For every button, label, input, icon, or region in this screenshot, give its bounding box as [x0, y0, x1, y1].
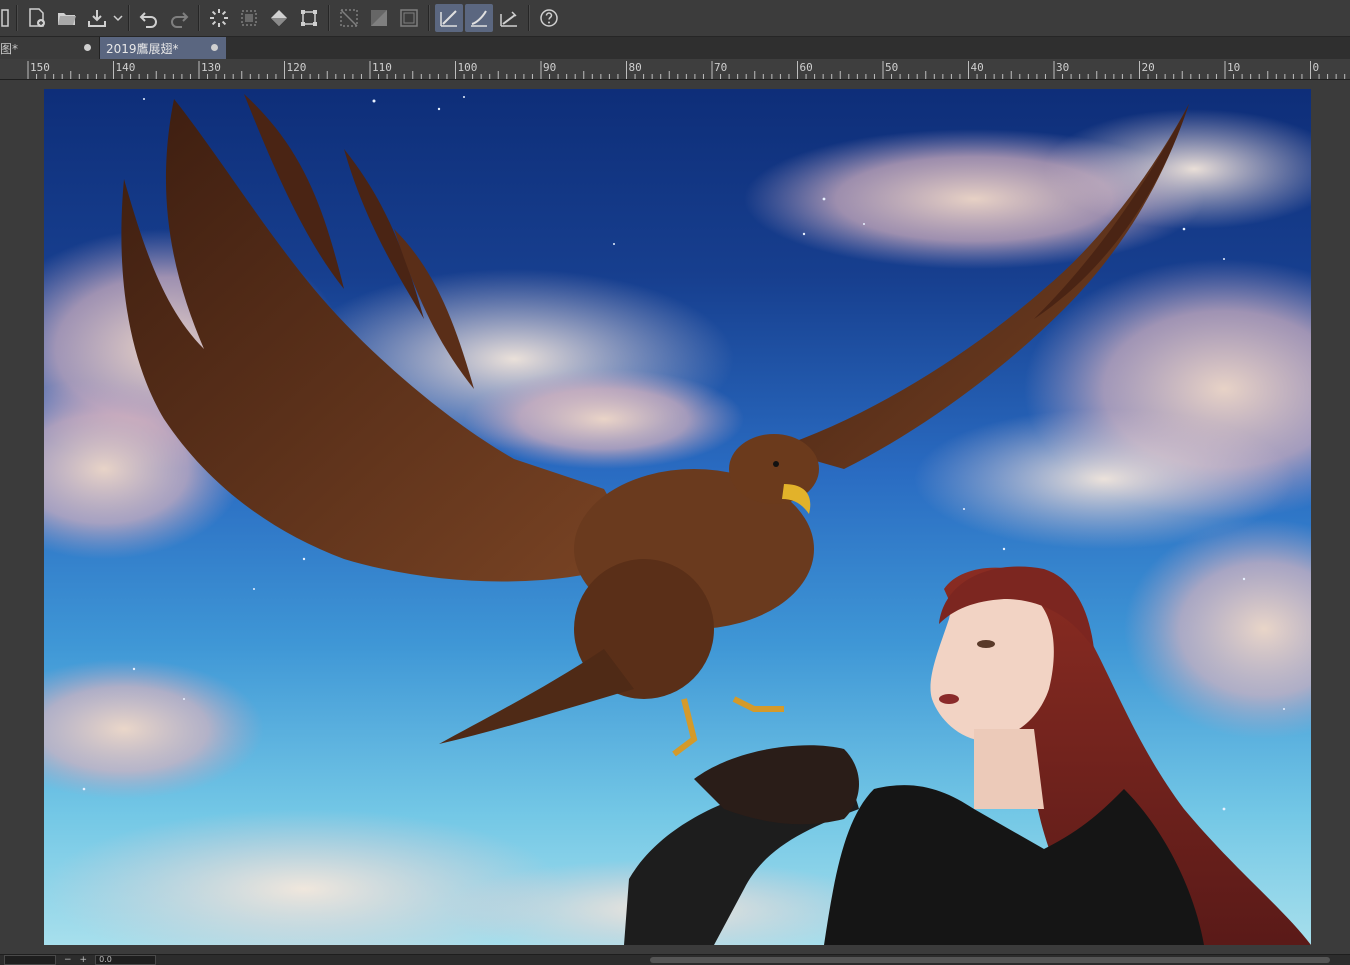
- snap-special-ruler-icon[interactable]: [465, 4, 493, 32]
- toolbar-separator: [16, 5, 18, 31]
- tab-document-1[interactable]: 图*: [0, 37, 100, 59]
- toolbar-separator: [428, 5, 430, 31]
- snap-ruler-icon[interactable]: [435, 4, 463, 32]
- menu-edge-icon[interactable]: [1, 4, 11, 32]
- toolbar-separator: [128, 5, 130, 31]
- new-canvas-icon[interactable]: [23, 4, 51, 32]
- zoom-value: 0.0: [99, 955, 112, 964]
- redo-icon[interactable]: [165, 4, 193, 32]
- zoom-in-icon[interactable]: +: [80, 955, 88, 965]
- toolbar-separator: [198, 5, 200, 31]
- document-tabs: 图* 2019鷹展翅*: [0, 37, 1350, 59]
- ruler-tick-label: 140: [115, 61, 136, 74]
- tab-label: 图*: [0, 41, 19, 56]
- chevron-down-icon[interactable]: [112, 4, 124, 32]
- tab-close-dot-icon[interactable]: [84, 44, 91, 51]
- save-icon[interactable]: [83, 4, 111, 32]
- tab-document-2[interactable]: 2019鷹展翅*: [100, 37, 226, 59]
- ruler-tick-label: 10: [1227, 61, 1241, 74]
- ruler-tick-label: 20: [1141, 61, 1155, 74]
- status-bar: − + 0.0: [0, 954, 1350, 965]
- ruler-tick-label: 110: [372, 61, 392, 74]
- ruler-tick-label: 50: [885, 61, 899, 74]
- open-icon[interactable]: [53, 4, 81, 32]
- help-icon[interactable]: [535, 4, 563, 32]
- clear-selection-icon[interactable]: [335, 4, 363, 32]
- horizontal-ruler[interactable]: 150 140 130 120 110 100 90 80 70 60 50 40 30 20 10 0: [0, 59, 1350, 80]
- select-all-icon[interactable]: [235, 4, 263, 32]
- ruler-tick-label: 70: [714, 61, 728, 74]
- ruler-tick-label: 60: [799, 61, 813, 74]
- ruler-tick-label: 80: [628, 61, 642, 74]
- toolbar-separator: [328, 5, 330, 31]
- ruler-tick-label: 40: [970, 61, 984, 74]
- toolbar-separator: [528, 5, 530, 31]
- invert-selection-icon[interactable]: [365, 4, 393, 32]
- ruler-tick-label: 150: [30, 61, 50, 74]
- selection-border-icon[interactable]: [395, 4, 423, 32]
- ruler-tick-label: 30: [1056, 61, 1070, 74]
- tab-close-dot-icon[interactable]: [211, 44, 218, 51]
- transform-icon[interactable]: [295, 4, 323, 32]
- canvas-artwork[interactable]: [44, 89, 1311, 945]
- horizontal-scrollbar[interactable]: [650, 957, 1330, 963]
- ruler-tick-label: 130: [201, 61, 221, 74]
- undo-icon[interactable]: [135, 4, 163, 32]
- tab-label: 2019鷹展翅*: [106, 41, 179, 56]
- ruler-tick-label: 90: [543, 61, 557, 74]
- fill-icon[interactable]: [265, 4, 293, 32]
- ruler-tick-label: 100: [457, 61, 478, 74]
- snap-grid-icon[interactable]: [495, 4, 523, 32]
- loading-icon[interactable]: [205, 4, 233, 32]
- ruler-tick-label: 120: [286, 61, 307, 74]
- main-toolbar: [0, 0, 1350, 37]
- ruler-tick-label: 0: [1312, 61, 1320, 74]
- zoom-out-icon[interactable]: −: [64, 955, 72, 965]
